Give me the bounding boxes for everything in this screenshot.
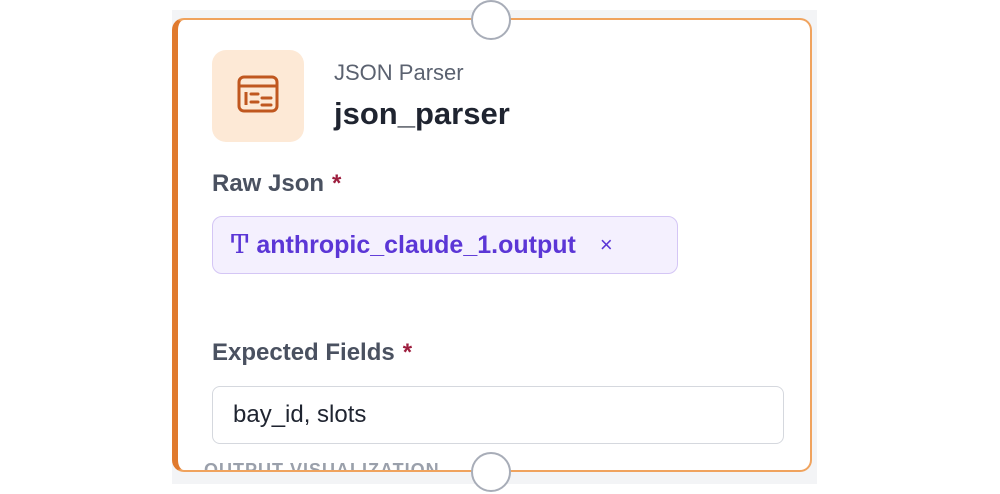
input-connection-handle[interactable]	[471, 0, 511, 40]
raw-json-input[interactable]: Ͳ anthropic_claude_1.output ×	[212, 216, 678, 274]
variable-chip-label: anthropic_claude_1.output	[256, 230, 576, 259]
expected-fields-input[interactable]	[212, 386, 784, 444]
expected-fields-label-text: Expected Fields	[212, 339, 395, 366]
raw-json-label-text: Raw Json	[212, 170, 325, 197]
required-asterisk: *	[332, 170, 342, 197]
text-type-icon: Ͳ	[231, 230, 249, 260]
node-type-label: JSON Parser	[334, 60, 464, 85]
raw-json-label: Raw Json *	[212, 170, 341, 198]
remove-variable-close-icon[interactable]: ×	[600, 232, 613, 258]
table-parser-icon	[237, 75, 279, 118]
node-icon-box	[212, 50, 304, 142]
json-parser-node[interactable]: JSON Parser json_parser Raw Json * Ͳ anth…	[172, 18, 812, 472]
required-asterisk: *	[402, 339, 413, 366]
node-name[interactable]: json_parser	[334, 96, 510, 132]
output-visualization-section-header: OUTPUT VISUALIZATION	[204, 460, 440, 472]
workflow-canvas: JSON Parser json_parser Raw Json * Ͳ anth…	[0, 0, 1000, 494]
expected-fields-label: Expected Fields *	[212, 339, 412, 367]
output-connection-handle[interactable]	[471, 452, 511, 492]
